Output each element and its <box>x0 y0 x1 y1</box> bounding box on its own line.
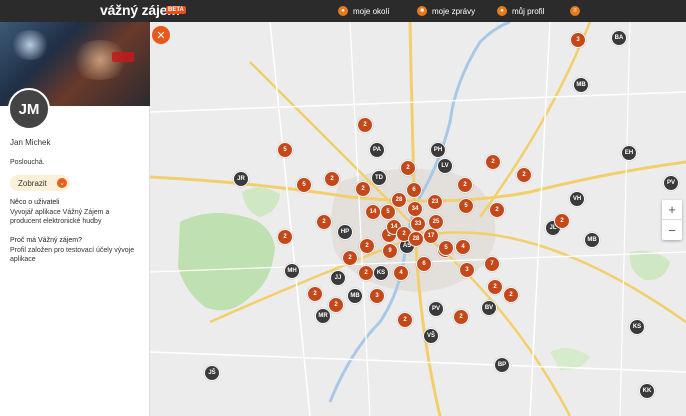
cluster-marker[interactable]: 2 <box>328 297 344 313</box>
user-marker[interactable]: JJ <box>330 270 346 286</box>
nav-my-area[interactable]: ● moje okolí <box>338 3 389 19</box>
cluster-marker[interactable]: 7 <box>484 256 500 272</box>
cluster-marker[interactable]: 2 <box>397 312 413 328</box>
profile-name: Jan Michek <box>10 138 51 147</box>
about-heading: Něco o uživateli <box>10 199 60 206</box>
cluster-marker[interactable]: 2 <box>554 213 570 229</box>
menu-icon: ≡ <box>570 6 580 16</box>
user-marker[interactable]: TD <box>371 170 387 186</box>
cluster-marker[interactable]: 6 <box>416 256 432 272</box>
nav-menu[interactable]: ≡ <box>570 3 585 19</box>
cluster-marker[interactable]: 4 <box>455 239 471 255</box>
user-marker[interactable]: PH <box>430 142 446 158</box>
cluster-marker[interactable]: 5 <box>296 177 312 193</box>
user-marker[interactable]: VH <box>569 191 585 207</box>
cluster-marker[interactable]: 2 <box>400 160 416 176</box>
cluster-marker[interactable]: 9 <box>382 243 398 259</box>
user-marker[interactable]: VŠ <box>423 328 439 344</box>
user-marker[interactable]: KK <box>639 383 655 399</box>
cluster-marker[interactable]: 34 <box>407 201 423 217</box>
cluster-marker[interactable]: 5 <box>380 204 396 220</box>
user-marker[interactable]: JŠ <box>204 365 220 381</box>
cluster-marker[interactable]: 2 <box>324 171 340 187</box>
cluster-marker[interactable]: 2 <box>503 287 519 303</box>
cluster-marker[interactable]: 3 <box>459 262 475 278</box>
cluster-marker[interactable]: 2 <box>358 265 374 281</box>
cluster-marker[interactable]: 5 <box>458 198 474 214</box>
cluster-marker[interactable]: 3 <box>570 32 586 48</box>
user-marker[interactable]: MR <box>315 308 331 324</box>
user-marker[interactable]: KS <box>373 265 389 281</box>
user-marker[interactable]: HP <box>337 224 353 240</box>
message-icon: ■ <box>417 6 427 16</box>
user-marker[interactable]: MH <box>284 263 300 279</box>
why-text: Profil založen pro testovací účely vývoj… <box>10 247 135 263</box>
user-marker[interactable]: PV <box>428 301 444 317</box>
cluster-marker[interactable]: 28 <box>408 231 424 247</box>
cluster-marker[interactable]: 2 <box>359 238 375 254</box>
cluster-marker[interactable]: 2 <box>307 286 323 302</box>
user-marker[interactable]: MB <box>573 77 589 93</box>
cluster-marker[interactable]: 5 <box>277 142 293 158</box>
user-marker[interactable]: PV <box>663 175 679 191</box>
zoom-controls: + − <box>662 200 682 240</box>
user-marker[interactable]: MB <box>584 232 600 248</box>
cluster-marker[interactable]: 2 <box>457 177 473 193</box>
cluster-marker[interactable]: 2 <box>489 202 505 218</box>
cluster-marker[interactable]: 2 <box>342 250 358 266</box>
profile-icon: ● <box>497 6 507 16</box>
why-heading: Proč má Vážný zájem? <box>10 237 82 244</box>
cluster-marker[interactable]: 14 <box>365 204 381 220</box>
pin-icon: ● <box>338 6 348 16</box>
cluster-marker[interactable]: 6 <box>406 182 422 198</box>
beta-badge: BETA <box>166 6 186 14</box>
cluster-marker[interactable]: 4 <box>393 265 409 281</box>
cluster-marker[interactable]: 2 <box>357 117 373 133</box>
cluster-marker[interactable]: 2 <box>453 309 469 325</box>
cluster-marker[interactable]: 2 <box>316 214 332 230</box>
cluster-marker[interactable]: 2 <box>487 279 503 295</box>
zoom-out-button[interactable]: − <box>662 220 682 240</box>
user-marker[interactable]: LV <box>437 158 453 174</box>
nav-my-profile-label: můj profil <box>512 6 545 16</box>
cluster-marker[interactable]: 2 <box>355 181 371 197</box>
show-button[interactable]: Zobrazit ⌄ <box>10 175 70 191</box>
cluster-marker[interactable]: 23 <box>427 194 443 210</box>
cluster-marker[interactable]: 17 <box>423 228 439 244</box>
user-marker[interactable]: BV <box>481 300 497 316</box>
cluster-marker[interactable]: 33 <box>410 216 426 232</box>
user-marker[interactable]: MB <box>347 288 363 304</box>
profile-sidebar: JM Jan Michek Poslouchá. Zobrazit ⌄ Něco… <box>0 22 150 416</box>
cluster-marker[interactable]: 2 <box>516 167 532 183</box>
show-button-label: Zobrazit <box>18 178 47 188</box>
user-marker[interactable]: JR <box>233 171 249 187</box>
profile-status: Poslouchá. <box>10 159 45 166</box>
avatar: JM <box>8 88 50 130</box>
nav-my-area-label: moje okolí <box>353 6 390 16</box>
close-profile-button[interactable]: ✕ <box>152 26 170 44</box>
user-marker[interactable]: BP <box>494 357 510 373</box>
nav-my-profile[interactable]: ● můj profil <box>497 3 544 19</box>
cluster-marker[interactable]: 3 <box>369 288 385 304</box>
user-marker[interactable]: EH <box>621 145 637 161</box>
cluster-marker[interactable]: 5 <box>438 240 454 256</box>
chevron-down-icon: ⌄ <box>57 178 67 188</box>
user-marker[interactable]: BA <box>611 30 627 46</box>
nav-my-messages-label: moje zprávy <box>432 6 476 16</box>
cluster-marker[interactable]: 2 <box>277 229 293 245</box>
top-bar: vážný zájem BETA ● moje okolí ■ moje zpr… <box>0 0 686 22</box>
nav-my-messages[interactable]: ■ moje zprávy <box>417 3 475 19</box>
zoom-in-button[interactable]: + <box>662 200 682 220</box>
user-marker[interactable]: KS <box>629 319 645 335</box>
about-text: Vyvojář aplikace Vážný Zájem a producent… <box>10 209 110 225</box>
user-marker[interactable]: PA <box>369 142 385 158</box>
cluster-marker[interactable]: 2 <box>485 154 501 170</box>
